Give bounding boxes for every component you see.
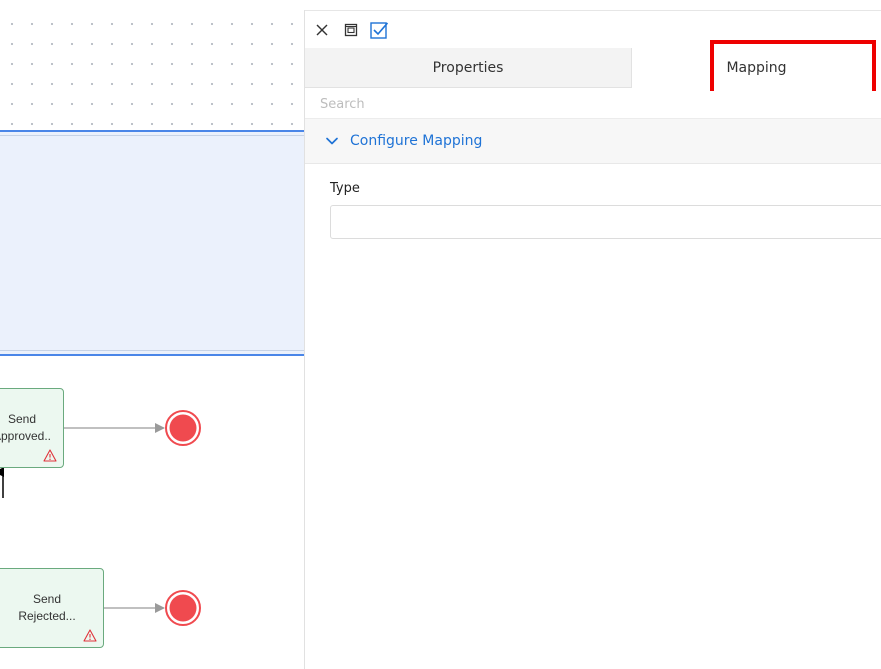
panel-toolbar (305, 11, 881, 48)
task-send-approved[interactable]: Send Approved.. (0, 388, 64, 468)
warning-icon (43, 449, 57, 462)
checkbox-checked-icon (370, 22, 389, 39)
tab-label: Properties (432, 59, 504, 76)
search-input[interactable] (305, 91, 881, 119)
tab-properties[interactable]: Properties (305, 48, 632, 88)
window-button[interactable] (341, 20, 361, 40)
task-label: Send Rejected... (18, 592, 76, 623)
type-select[interactable] (330, 205, 881, 239)
warning-icon (83, 629, 97, 642)
window-icon (344, 23, 358, 37)
process-canvas[interactable]: Send Approved.. Send Rejected... (0, 0, 304, 669)
task-label: Send Approved.. (0, 412, 52, 443)
task-send-rejected[interactable]: Send Rejected... (0, 568, 104, 648)
close-button[interactable] (312, 20, 332, 40)
checkbox-button[interactable] (369, 20, 389, 40)
tab-label: Mapping (726, 60, 787, 76)
type-label: Type (330, 181, 360, 196)
properties-panel: Properties Mapping Configure Mapping Typ… (305, 10, 881, 669)
panel-tabs: Properties Mapping (305, 48, 881, 88)
tab-mapping[interactable]: Mapping (632, 48, 881, 88)
chevron-down-icon (326, 137, 338, 145)
end-event-rejected[interactable] (165, 590, 201, 626)
section-title: Configure Mapping (350, 133, 483, 149)
end-event-approved[interactable] (165, 410, 201, 446)
configure-mapping-section[interactable]: Configure Mapping (305, 119, 881, 164)
close-icon (316, 24, 328, 36)
